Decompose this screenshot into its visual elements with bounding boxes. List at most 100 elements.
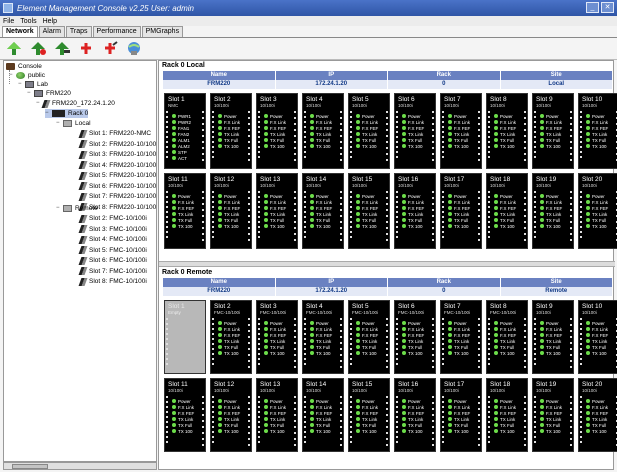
tree-node-slot[interactable]: Slot 6: FMC-10/100i <box>78 256 147 265</box>
slot-card[interactable]: Slot 17 10/100i Power F.X Link F.X FEF TX Lin… <box>440 378 482 452</box>
port-strip <box>478 318 480 372</box>
port-pin <box>350 121 352 123</box>
slot-card[interactable]: Slot 18 10/100i Power F.X Link F.X FEF TX Lin… <box>486 378 528 452</box>
slot-card[interactable]: Slot 8 FMC-10/100i Power F.X Link F.X FEF TX … <box>486 300 528 374</box>
minimize-icon[interactable]: _ <box>586 2 599 13</box>
slot-card[interactable]: Slot 4 FMC-10/100i Power F.X Link F.X FEF TX … <box>302 300 344 374</box>
slot-card[interactable]: Slot 10 10/100i Power F.X Link F.X FEF TX Lin… <box>578 93 617 169</box>
slot-card[interactable]: Slot 18 10/100i Power F.X Link F.X FEF TX Lin… <box>486 173 528 249</box>
close-icon[interactable]: ✕ <box>601 2 614 13</box>
slot-card[interactable]: Slot 5 10/100i Power F.X Link F.X FEF TX Link… <box>348 93 390 169</box>
led-icon <box>586 333 590 337</box>
led-label: TX 100 <box>546 143 561 149</box>
slot-card[interactable]: Slot 20 10/100i Power F.X Link F.X FEF TX Lin… <box>578 173 617 249</box>
tree-node-slot[interactable]: Slot 5: FRM220-10/100i <box>78 171 156 180</box>
tree-node-slot[interactable]: Slot 5: FMC-10/100i <box>78 246 147 255</box>
tree-add-icon[interactable] <box>29 41 48 57</box>
slot-card[interactable]: Slot 9 10/100i Power F.X Link F.X FEF TX Link… <box>532 300 574 374</box>
tab-pmgraphs[interactable]: PMGraphs <box>141 26 184 37</box>
tree-node-slot[interactable]: Slot 8: FMC-10/100i <box>78 277 147 286</box>
tree-node-slot[interactable]: Slot 4: FMC-10/100i <box>78 235 147 244</box>
tab-network[interactable]: Network <box>2 26 38 37</box>
slot-card[interactable]: Slot 19 10/100i Power F.X Link F.X FEF TX Lin… <box>532 378 574 452</box>
add-node-icon[interactable] <box>77 41 96 57</box>
slot-card[interactable]: Slot 5 FMC-10/100i Power F.X Link F.X FEF TX … <box>348 300 390 374</box>
led-label: Power <box>270 113 283 119</box>
card-icon <box>78 182 88 190</box>
empty-slot-card[interactable]: Slot 1 Empty <box>164 300 206 374</box>
tree-node-public[interactable]: − public <box>9 71 45 80</box>
slot-card[interactable]: Slot 19 10/100i Power F.X Link F.X FEF TX Lin… <box>532 173 574 249</box>
led-icon <box>448 120 452 124</box>
slot-card[interactable]: Slot 20 10/100i Power F.X Link F.X FEF TX Lin… <box>578 378 617 452</box>
collapse-icon[interactable]: − <box>27 90 32 96</box>
slot-card[interactable]: Slot 12 10/100i Power F.X Link F.X FEF TX Lin… <box>210 378 252 452</box>
menu-file[interactable]: File <box>3 18 14 25</box>
slot-card[interactable]: Slot 7 FMC-10/100i Power F.X Link F.X FEF TX … <box>440 300 482 374</box>
tree-node-rack0[interactable]: − Rack 0 <box>45 109 89 118</box>
slot-card[interactable]: Slot 11 10/100i Power F.X Link F.X FEF TX Lin… <box>164 378 206 452</box>
menu-tools[interactable]: Tools <box>20 18 36 25</box>
tree-node-slot[interactable]: Slot 3: FMC-10/100i <box>78 225 147 234</box>
section-divider[interactable] <box>159 261 615 267</box>
table-row[interactable]: FRM220 172.24.1.20 0 Local <box>163 80 613 89</box>
tree-node-slot[interactable]: Slot 7: FRM220-10/100i <box>78 192 156 201</box>
menu-help[interactable]: Help <box>43 18 57 25</box>
tree-node-slot[interactable]: Slot 2: FMC-10/100i <box>78 214 147 223</box>
slot-card[interactable]: Slot 7 10/100i Power F.X Link F.X FEF TX Link… <box>440 93 482 169</box>
slot-card[interactable]: Slot 1 NMC PWR1 PWR2 FAN1 FAN2 ALM1 ALM2 STP ACT <box>164 93 206 169</box>
slot-card[interactable]: Slot 3 FMC-10/100i Power F.X Link F.X FEF TX … <box>256 300 298 374</box>
collapse-icon[interactable]: − <box>36 100 41 106</box>
collapse-icon[interactable]: − <box>56 120 61 126</box>
collapse-icon[interactable]: − <box>56 205 61 211</box>
tree-node-local[interactable]: − Local <box>56 119 91 128</box>
slot-name: Slot 13 <box>260 381 281 388</box>
slot-card[interactable]: Slot 6 10/100i Power F.X Link F.X FEF TX Link… <box>394 93 436 169</box>
tree-node-slot[interactable]: Slot 3: FRM220-10/100i <box>78 150 156 159</box>
tree-node-slot[interactable]: Slot 7: FMC-10/100i <box>78 267 147 276</box>
slot-card[interactable]: Slot 14 10/100i Power F.X Link F.X FEF TX Lin… <box>302 378 344 452</box>
slot-card[interactable]: Slot 12 10/100i Power F.X Link F.X FEF TX Lin… <box>210 173 252 249</box>
slot-card[interactable]: Slot 13 10/100i Power F.X Link F.X FEF TX Lin… <box>256 173 298 249</box>
slot-card[interactable]: Slot 10 10/100i Power F.X Link F.X FEF TX Lin… <box>578 300 617 374</box>
slot-card[interactable]: Slot 15 10/100i Power F.X Link F.X FEF TX Lin… <box>348 173 390 249</box>
tree-node-slot[interactable]: Slot 4: FRM220-10/100i <box>78 161 156 170</box>
tree-node-slot[interactable]: Slot 6: FRM220-10/100i <box>78 182 156 191</box>
tree-node-console[interactable]: Console <box>6 62 42 71</box>
delete-node-icon[interactable] <box>101 41 120 57</box>
slot-card[interactable]: Slot 17 10/100i Power F.X Link F.X FEF TX Lin… <box>440 173 482 249</box>
tab-alarm[interactable]: Alarm <box>38 26 65 37</box>
slot-card[interactable]: Slot 3 10/100i Power F.X Link F.X FEF TX Link… <box>256 93 298 169</box>
slot-card[interactable]: Slot 2 10/100i Power F.X Link F.X FEF TX Link… <box>210 93 252 169</box>
globe-refresh-icon[interactable] <box>125 41 144 57</box>
slot-card[interactable]: Slot 8 10/100i Power F.X Link F.X FEF TX Link… <box>486 93 528 169</box>
tree-horizontal-scrollbar[interactable] <box>3 462 157 470</box>
slot-card[interactable]: Slot 11 10/100i Power F.X Link F.X FEF TX Lin… <box>164 173 206 249</box>
tree-node-slot[interactable]: Slot 2: FRM220-10/100i <box>78 140 156 149</box>
tree-remove-icon[interactable] <box>53 41 72 57</box>
remote-slot-row-1: Slot 1 Empty Slot 2 FMC-10/100i Power F.X Lin… <box>164 300 617 374</box>
slot-card[interactable]: Slot 6 FMC-10/100i Power F.X Link F.X FEF TX … <box>394 300 436 374</box>
slot-card[interactable]: Slot 9 10/100i Power F.X Link F.X FEF TX Link… <box>532 93 574 169</box>
tree-node-lab[interactable]: − Lab <box>18 80 48 89</box>
tree-node-frm220[interactable]: − FRM220 <box>27 89 71 98</box>
slot-card[interactable]: Slot 14 10/100i Power F.X Link F.X FEF TX Lin… <box>302 173 344 249</box>
tree-expand-icon[interactable] <box>5 41 24 57</box>
tree-node-frm220-ip[interactable]: − FRM220_172.24.1.20 <box>36 99 115 108</box>
slot-card[interactable]: Slot 16 10/100i Power F.X Link F.X FEF TX Lin… <box>394 378 436 452</box>
tree-node-remote[interactable]: − Remote <box>56 204 98 213</box>
scroll-thumb[interactable] <box>12 464 48 469</box>
slot-card[interactable]: Slot 13 10/100i Power F.X Link F.X FEF TX Lin… <box>256 378 298 452</box>
table-row[interactable]: FRM220 172.24.1.20 0 Remote <box>163 287 613 296</box>
collapse-icon[interactable]: − <box>45 110 50 116</box>
slot-card[interactable]: Slot 2 FMC-10/100i Power F.X Link F.X FEF TX … <box>210 300 252 374</box>
slot-name: Slot 9 <box>536 303 553 310</box>
tab-traps[interactable]: Traps <box>65 26 92 37</box>
collapse-icon[interactable]: − <box>18 81 23 87</box>
tree-node-slot[interactable]: Slot 1: FRM220-NMC <box>78 129 151 138</box>
slot-card[interactable]: Slot 15 10/100i Power F.X Link F.X FEF TX Lin… <box>348 378 390 452</box>
collapse-icon[interactable]: − <box>9 72 14 78</box>
tab-performance[interactable]: Performance <box>92 26 141 37</box>
slot-card[interactable]: Slot 16 10/100i Power F.X Link F.X FEF TX Lin… <box>394 173 436 249</box>
slot-card[interactable]: Slot 4 10/100i Power F.X Link F.X FEF TX Link… <box>302 93 344 169</box>
